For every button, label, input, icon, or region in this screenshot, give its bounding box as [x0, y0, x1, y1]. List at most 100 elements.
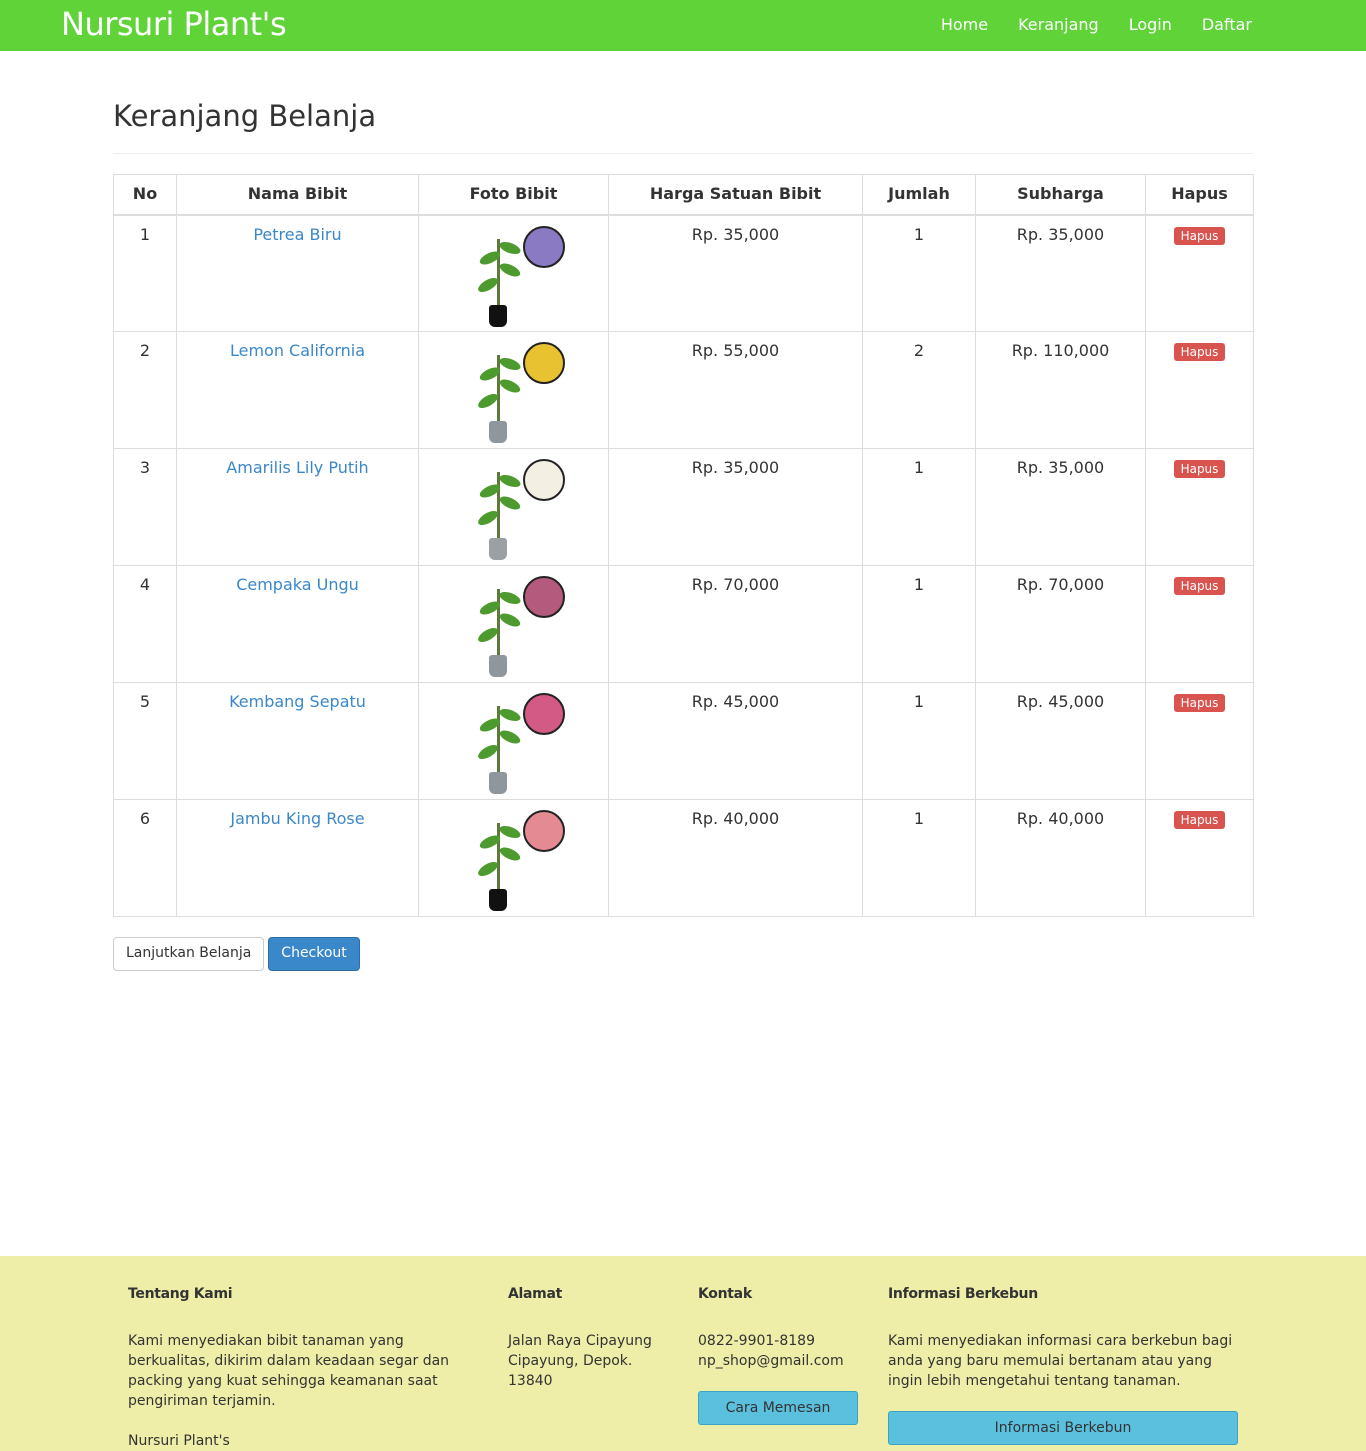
leaf-icon [497, 589, 522, 607]
nav-daftar[interactable]: Daftar [1202, 15, 1252, 34]
page-title: Keranjang Belanja [113, 99, 377, 133]
cell-no: 4 [113, 565, 177, 683]
footer-about-text: Kami menyediakan bibit tanaman yang berk… [128, 1333, 450, 1409]
nav-login[interactable]: Login [1129, 15, 1172, 34]
cell-price: Rp. 55,000 [608, 331, 863, 449]
delete-button[interactable]: Hapus [1173, 694, 1226, 712]
cell-photo [418, 682, 609, 800]
cell-subtotal: Rp. 35,000 [975, 448, 1146, 566]
cell-name: Jambu King Rose [176, 799, 419, 917]
flower-icon [522, 576, 565, 618]
product-photo[interactable] [459, 575, 569, 677]
delete-button[interactable]: Hapus [1173, 460, 1226, 478]
leaf-icon [497, 823, 522, 841]
footer-phone: 0822-9901-8189 [698, 1333, 815, 1349]
cell-photo [418, 214, 609, 332]
cell-price: Rp. 35,000 [608, 214, 863, 332]
header-subtotal: Subharga [975, 174, 1146, 216]
leaf-icon [497, 844, 522, 864]
cell-qty: 1 [862, 565, 976, 683]
product-photo[interactable] [459, 225, 569, 327]
product-link[interactable]: Kembang Sepatu [229, 692, 366, 711]
delete-button[interactable]: Hapus [1173, 577, 1226, 595]
cell-name: Lemon California [176, 331, 419, 449]
delete-button[interactable]: Hapus [1173, 811, 1226, 829]
footer-address-title: Alamat [508, 1286, 563, 1302]
plant-stem-icon [496, 472, 500, 542]
flower-icon [522, 225, 565, 268]
product-link[interactable]: Lemon California [230, 341, 365, 360]
cell-subtotal: Rp. 110,000 [975, 331, 1146, 449]
footer-contact: Kontak 0822-9901-8189 np_shop@gmail.com … [698, 1286, 858, 1425]
cell-delete: Hapus [1145, 799, 1254, 917]
leaf-icon [497, 239, 522, 256]
product-photo[interactable] [459, 809, 569, 911]
cell-name: Petrea Biru [176, 214, 419, 332]
product-link[interactable]: Cempaka Ungu [236, 575, 359, 594]
header-qty: Jumlah [862, 174, 976, 216]
footer-contact-title: Kontak [698, 1286, 752, 1302]
product-photo[interactable] [459, 692, 569, 794]
cell-price: Rp. 40,000 [608, 799, 863, 917]
cell-no: 5 [113, 682, 177, 800]
cell-name: Amarilis Lily Putih [176, 448, 419, 566]
footer: Tentang Kami Kami menyediakan bibit tana… [0, 1256, 1366, 1451]
nav-keranjang[interactable]: Keranjang [1018, 15, 1099, 34]
table-row: 2 Lemon California Rp. 55,000 2 Rp. 110,000 H… [113, 331, 1254, 449]
plant-pot-icon [488, 538, 507, 560]
header-price: Harga Satuan Bibit [608, 174, 863, 216]
footer-address-line: Jalan Raya Cipayung [508, 1333, 652, 1349]
plant-stem-icon [496, 238, 500, 309]
product-link[interactable]: Petrea Biru [253, 225, 341, 244]
header-delete: Hapus [1145, 174, 1254, 216]
gardening-info-button[interactable]: Informasi Berkebun [888, 1411, 1238, 1445]
plant-pot-icon [488, 655, 507, 677]
footer-email: np_shop@gmail.com [698, 1353, 844, 1369]
cell-subtotal: Rp. 70,000 [975, 565, 1146, 683]
checkout-button[interactable]: Checkout [268, 937, 360, 971]
product-photo[interactable] [459, 458, 569, 560]
cell-price: Rp. 70,000 [608, 565, 863, 683]
cell-no: 1 [113, 214, 177, 332]
brand-logo[interactable]: Nursuri Plant's [61, 5, 287, 43]
cell-delete: Hapus [1145, 331, 1254, 449]
leaf-icon [497, 376, 522, 396]
footer-signature: Nursuri Plant's [128, 1433, 230, 1449]
continue-shopping-button[interactable]: Lanjutkan Belanja [113, 937, 265, 971]
footer-info-title: Informasi Berkebun [888, 1286, 1038, 1302]
cell-no: 2 [113, 331, 177, 449]
cell-name: Cempaka Ungu [176, 565, 419, 683]
footer-about: Tentang Kami Kami menyediakan bibit tana… [128, 1286, 473, 1451]
navbar: Nursuri Plant's Home Keranjang Login Daf… [0, 0, 1366, 51]
cell-price: Rp. 35,000 [608, 448, 863, 566]
flower-icon [522, 459, 565, 501]
plant-stem-icon [496, 706, 500, 776]
header-photo: Foto Bibit [418, 174, 609, 216]
flower-icon [522, 810, 565, 852]
footer-info-text: Kami menyediakan informasi cara berkebun… [888, 1333, 1233, 1389]
table-row: 5 Kembang Sepatu Rp. 45,000 1 Rp. 45,000 Hapu… [113, 682, 1254, 800]
footer-address-line: 13840 [508, 1373, 553, 1389]
cell-qty: 1 [862, 799, 976, 917]
nav-home[interactable]: Home [941, 15, 988, 34]
flower-icon [522, 342, 565, 384]
header-no: No [113, 174, 177, 216]
delete-button[interactable]: Hapus [1173, 343, 1226, 361]
how-to-order-button[interactable]: Cara Memesan [698, 1391, 858, 1425]
cell-qty: 1 [862, 448, 976, 566]
delete-button[interactable]: Hapus [1173, 226, 1226, 245]
leaf-icon [497, 355, 522, 373]
table-header-row: No Nama Bibit Foto Bibit Harga Satuan Bi… [113, 174, 1254, 216]
footer-address-line: Cipayung, Depok. [508, 1353, 633, 1369]
product-link[interactable]: Amarilis Lily Putih [226, 458, 368, 477]
cell-no: 3 [113, 448, 177, 566]
leaf-icon [497, 472, 522, 490]
cell-photo [418, 331, 609, 449]
product-photo[interactable] [459, 341, 569, 443]
plant-pot-icon [488, 421, 507, 443]
product-link[interactable]: Jambu King Rose [230, 809, 364, 828]
cell-delete: Hapus [1145, 682, 1254, 800]
footer-address: Alamat Jalan Raya Cipayung Cipayung, Dep… [508, 1286, 678, 1391]
nav-links: Home Keranjang Login Daftar [941, 15, 1252, 34]
table-row: 4 Cempaka Ungu Rp. 70,000 1 Rp. 70,000 Hapus [113, 565, 1254, 683]
